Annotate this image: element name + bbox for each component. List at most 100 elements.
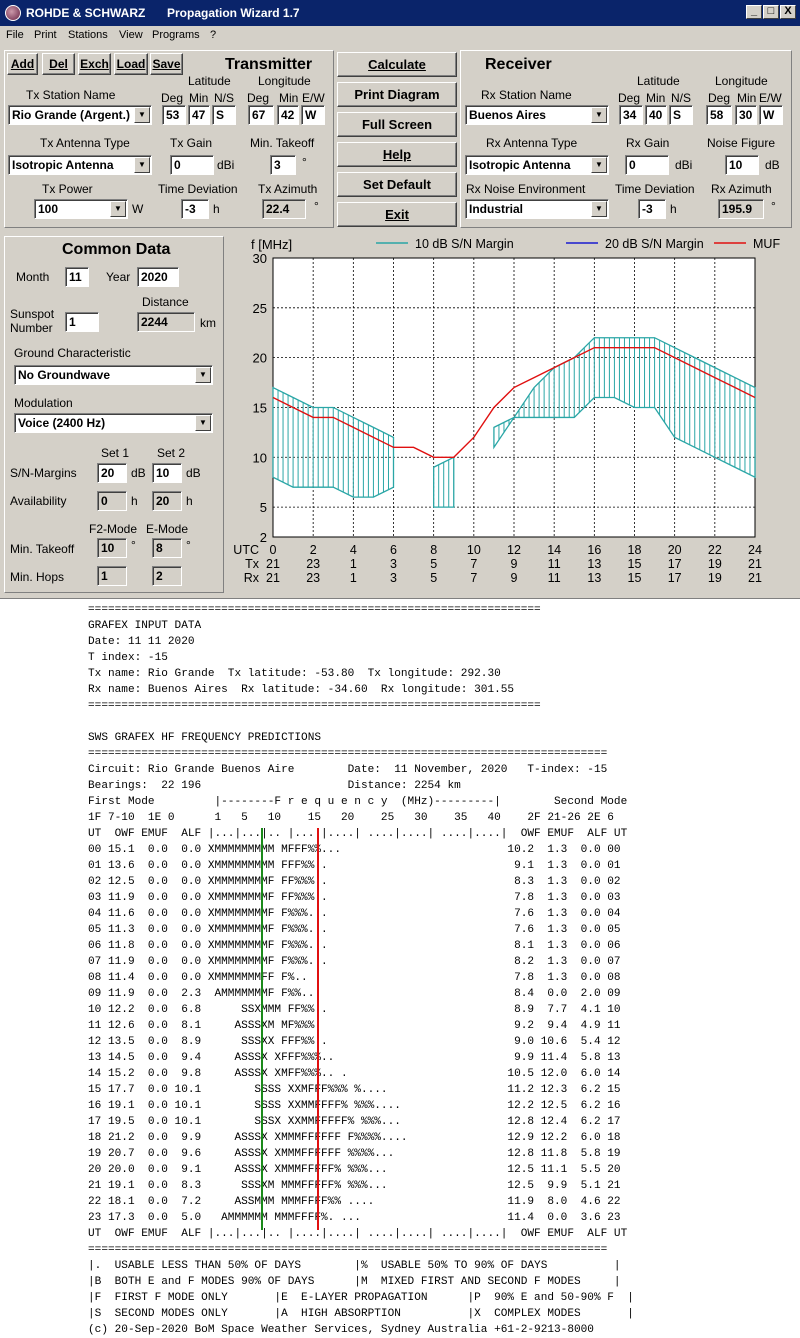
report-line: GRAFEX INPUT DATA <box>88 620 202 632</box>
minimize-button[interactable]: _ <box>746 5 762 19</box>
set-default-button[interactable]: Set Default <box>337 172 457 197</box>
rx-lon-ew-field[interactable]: W <box>759 105 783 125</box>
rx-lon-min-field[interactable]: 30 <box>735 105 757 125</box>
report-line: 13 14.5 0.0 9.4 ASSSX XFFF%%%.. 9.9 11.4… <box>88 1052 621 1064</box>
chevron-down-icon[interactable]: ▼ <box>134 107 150 123</box>
help-button[interactable]: Help <box>337 142 457 167</box>
tx-lon-ew-field[interactable]: W <box>301 105 325 125</box>
tx-tdev-field[interactable]: -3 <box>181 199 209 219</box>
chevron-down-icon[interactable]: ▼ <box>591 201 607 217</box>
year-field[interactable]: 2020 <box>137 267 179 287</box>
menu-print[interactable]: Print <box>34 29 57 41</box>
ground-label: Ground Characteristic <box>14 346 131 360</box>
menu-stations[interactable]: Stations <box>68 29 108 41</box>
report-line: |. USABLE LESS THAN 50% OF DAYS |% USABL… <box>88 1260 621 1272</box>
tx-azimuth-unit: ° <box>314 199 319 213</box>
report-line: 08 11.4 0.0 0.0 XMMMMMMMFF F%.. 7.8 1.3 … <box>88 972 621 984</box>
modulation-select[interactable]: Voice (2400 Hz) ▼ <box>14 413 213 433</box>
menu-programs[interactable]: Programs <box>152 29 200 41</box>
x-tick-label: 1 <box>350 557 357 571</box>
chevron-down-icon[interactable]: ▼ <box>195 367 211 383</box>
tx-lon-deg-field[interactable]: 67 <box>248 105 274 125</box>
rx-gain-unit: dBi <box>675 158 693 172</box>
sunspot-label-2: Number <box>10 321 53 335</box>
x-tick-label: 1 <box>350 571 357 585</box>
tx-station-select[interactable]: Rio Grande (Argent.) ▼ <box>8 105 152 125</box>
print-diagram-button[interactable]: Print Diagram <box>337 82 457 107</box>
rx-lat-min-field[interactable]: 40 <box>645 105 667 125</box>
tx-antenna-select[interactable]: Isotropic Antenna ▼ <box>8 155 152 175</box>
y-tick-label: 5 <box>260 500 267 515</box>
full-screen-button[interactable]: Full Screen <box>337 112 457 137</box>
save-button[interactable]: Save <box>150 53 183 75</box>
tx-min-label: Min <box>189 91 209 105</box>
x-tick-label: 21 <box>748 571 762 585</box>
legend-label: 10 dB S/N Margin <box>415 237 514 251</box>
tx-tdev-label: Time Deviation <box>158 182 238 196</box>
sn-set2-field[interactable]: 10 <box>152 463 182 483</box>
rx-noise-figure-field[interactable]: 10 <box>725 155 759 175</box>
menu-view[interactable]: View <box>119 29 143 41</box>
report-line: |S SECOND MODES ONLY |A HIGH ABSORPTION … <box>88 1308 634 1320</box>
x-tick-label: 11 <box>548 557 561 571</box>
rx-gain-field[interactable]: 0 <box>625 155 669 175</box>
tx-takeoff-unit: ° <box>302 155 307 169</box>
availability-set2: 20 <box>152 491 182 511</box>
x-tick-label: 18 <box>628 543 642 557</box>
y-tick-label: 20 <box>253 351 267 366</box>
x-tick-label: 24 <box>748 543 762 557</box>
chevron-down-icon[interactable]: ▼ <box>110 201 126 217</box>
menu-help[interactable]: ? <box>210 29 216 41</box>
sunspot-field[interactable]: 1 <box>65 312 99 332</box>
menu-file[interactable]: File <box>6 29 24 41</box>
report-line: ========================================… <box>88 748 608 760</box>
rx-azimuth-value: 195.9 <box>718 199 764 219</box>
rx-antenna-select[interactable]: Isotropic Antenna ▼ <box>465 155 609 175</box>
rx-antenna-label: Rx Antenna Type <box>486 136 578 150</box>
close-button[interactable]: X <box>780 5 796 19</box>
sn-set1-field[interactable]: 20 <box>97 463 127 483</box>
report-line: Rx name: Buenos Aires Rx latitude: -34.6… <box>88 684 515 696</box>
chevron-down-icon[interactable]: ▼ <box>195 415 211 431</box>
report-line: ========================================… <box>88 700 541 712</box>
availability-label: Availability <box>10 494 67 508</box>
tx-gain-field[interactable]: 0 <box>170 155 214 175</box>
red-marker-line <box>317 828 319 1230</box>
report-line: 12 13.5 0.0 8.9 SSSXX FFF%%.. 9.0 10.6 5… <box>88 1036 621 1048</box>
maximize-button[interactable]: □ <box>763 5 779 19</box>
exchange-button[interactable]: Exch <box>78 53 111 75</box>
add-button[interactable]: Add <box>7 53 38 75</box>
rx-lat-deg-field[interactable]: 34 <box>619 105 643 125</box>
takeoff-f2-unit: ° <box>131 538 136 552</box>
sn-margins-label: S/N-Margins <box>10 466 77 480</box>
report-line: 20 20.0 0.0 9.1 ASSSX XMMMFFFFF% %%%... … <box>88 1164 621 1176</box>
tx-power-select[interactable]: 100 ▼ <box>34 199 128 219</box>
month-field[interactable]: 11 <box>65 267 89 287</box>
x-tick-label: 6 <box>390 543 397 557</box>
distance-label: Distance <box>142 295 189 309</box>
ground-select[interactable]: No Groundwave ▼ <box>14 365 213 385</box>
delete-button[interactable]: Del <box>42 53 75 75</box>
report-line: 23 17.3 0.0 5.0 AMMMMMM MMMFFFF%. ... 11… <box>88 1212 621 1224</box>
tx-lat-deg-field[interactable]: 53 <box>162 105 186 125</box>
tx-takeoff-field[interactable]: 3 <box>270 155 296 175</box>
tx-lat-min-field[interactable]: 47 <box>188 105 210 125</box>
chevron-down-icon[interactable]: ▼ <box>591 107 607 123</box>
rx-lon-deg-field[interactable]: 58 <box>706 105 732 125</box>
x-tick-label: 0 <box>270 543 277 557</box>
exit-button[interactable]: Exit <box>337 202 457 227</box>
rx-station-select[interactable]: Buenos Aires ▼ <box>465 105 609 125</box>
rx-noise-env-select[interactable]: Industrial ▼ <box>465 199 609 219</box>
x-tick-label: 21 <box>266 557 280 571</box>
calculate-button[interactable]: Calculate <box>337 52 457 77</box>
chevron-down-icon[interactable]: ▼ <box>134 157 150 173</box>
tx-antenna-label: Tx Antenna Type <box>40 136 130 150</box>
x-tick-label: 15 <box>628 571 642 585</box>
report-line: 19 20.7 0.0 9.6 ASSSX XMMMFFFFFF %%%%...… <box>88 1148 621 1160</box>
tx-lat-ns-field[interactable]: S <box>212 105 236 125</box>
tx-lon-min-field[interactable]: 42 <box>277 105 299 125</box>
chevron-down-icon[interactable]: ▼ <box>591 157 607 173</box>
rx-lat-ns-field[interactable]: S <box>669 105 693 125</box>
rx-tdev-field[interactable]: -3 <box>638 199 666 219</box>
load-button[interactable]: Load <box>114 53 148 75</box>
